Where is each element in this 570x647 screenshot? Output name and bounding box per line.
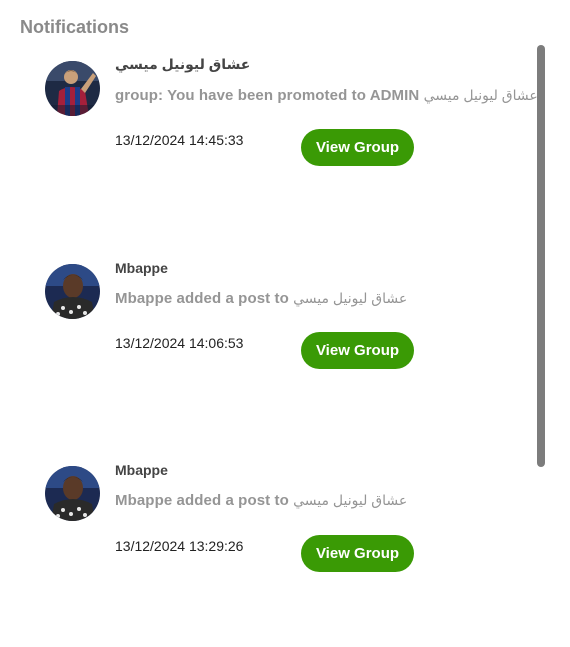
avatar[interactable]	[45, 61, 100, 116]
notification-timestamp: 13/12/2024 14:06:53	[115, 335, 244, 351]
message-text: Mbappe added a post to	[115, 290, 294, 307]
messi-avatar-icon	[45, 61, 100, 116]
group-name: عشاق ليونيل ميسي	[293, 492, 408, 508]
avatar[interactable]	[45, 264, 100, 319]
view-group-button[interactable]: View Group	[301, 535, 414, 572]
notification-item: Mbappe Mbappe added a post to عشاق ليوني…	[0, 405, 535, 575]
scrollbar[interactable]	[537, 45, 545, 467]
notification-message: Mbappe added a post to عشاق ليونيل ميسي	[115, 492, 537, 509]
notification-message: group: You have been promoted to ADMIN ع…	[115, 87, 537, 104]
notification-item: عشاق ليونيل ميسي group: You have been pr…	[0, 0, 537, 170]
group-name: عشاق ليونيل ميسي	[293, 290, 408, 306]
mbappe-avatar-icon	[45, 466, 100, 521]
notification-list: عشاق ليونيل ميسي group: You have been pr…	[0, 0, 570, 647]
notification-timestamp: 13/12/2024 14:45:33	[115, 132, 244, 148]
notification-sender: Mbappe	[115, 462, 168, 478]
avatar[interactable]	[45, 466, 100, 521]
notification-timestamp: 13/12/2024 13:29:26	[115, 538, 244, 554]
message-text: Mbappe added a post to	[115, 492, 294, 509]
notification-message: Mbappe added a post to عشاق ليونيل ميسي	[115, 290, 537, 307]
message-text: group: You have been promoted to ADMIN	[115, 87, 424, 104]
notification-sender: عشاق ليونيل ميسي	[115, 56, 251, 72]
view-group-button[interactable]: View Group	[301, 129, 414, 166]
mbappe-avatar-icon	[45, 264, 100, 319]
view-group-button[interactable]: View Group	[301, 332, 414, 369]
notification-sender: Mbappe	[115, 260, 168, 276]
group-name: عشاق ليونيل ميسي	[423, 87, 537, 103]
notification-item: Mbappe Mbappe added a post to عشاق ليوني…	[0, 202, 535, 372]
